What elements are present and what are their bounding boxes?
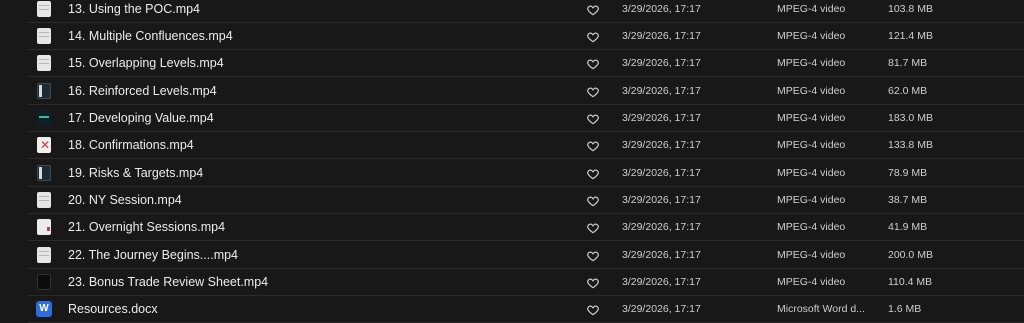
file-kind: MPEG-4 video (777, 194, 846, 206)
file-modified: 3/29/2026, 17:17 (622, 276, 701, 288)
video-thumbnail-icon (37, 219, 51, 235)
file-kind: MPEG-4 video (777, 112, 846, 124)
heart-icon[interactable] (586, 276, 600, 290)
file-row[interactable]: ✕ 18. Confirmations.mp4 3/29/2026, 17:17… (0, 132, 1024, 159)
video-thumbnail-icon (37, 28, 51, 44)
file-size: 38.7 MB (888, 194, 928, 206)
file-name: 13. Using the POC.mp4 (68, 2, 201, 16)
heart-icon[interactable] (586, 139, 600, 153)
file-size: 78.9 MB (888, 167, 928, 179)
file-row[interactable]: 22. The Journey Begins....mp4 3/29/2026,… (0, 242, 1024, 269)
file-size: 121.4 MB (888, 30, 933, 42)
file-name: 15. Overlapping Levels.mp4 (68, 56, 224, 70)
file-modified: 3/29/2026, 17:17 (622, 85, 701, 97)
file-size: 1.6 MB (888, 303, 922, 315)
file-row[interactable]: 17. Developing Value.mp4 3/29/2026, 17:1… (0, 105, 1024, 132)
video-thumbnail-icon: ✕ (37, 137, 51, 153)
file-size: 200.0 MB (888, 249, 933, 261)
file-name: Resources.docx (68, 302, 158, 316)
file-row[interactable]: 19. Risks & Targets.mp4 3/29/2026, 17:17… (0, 160, 1024, 187)
file-name: 20. NY Session.mp4 (68, 193, 182, 207)
file-row[interactable]: 14. Multiple Confluences.mp4 3/29/2026, … (0, 23, 1024, 50)
file-size: 62.0 MB (888, 85, 928, 97)
file-row[interactable]: 23. Bonus Trade Review Sheet.mp4 3/29/20… (0, 269, 1024, 296)
heart-icon[interactable] (586, 57, 600, 71)
file-kind: MPEG-4 video (777, 249, 846, 261)
file-name: 19. Risks & Targets.mp4 (68, 166, 204, 180)
file-kind: MPEG-4 video (777, 85, 846, 97)
file-kind: MPEG-4 video (777, 3, 846, 15)
heart-icon[interactable] (586, 194, 600, 208)
video-thumbnail-icon (37, 55, 51, 71)
word-document-icon: W (36, 301, 52, 317)
video-thumbnail-icon (37, 110, 51, 126)
file-kind: MPEG-4 video (777, 139, 846, 151)
video-thumbnail-icon (37, 1, 51, 17)
file-name: 14. Multiple Confluences.mp4 (68, 29, 233, 43)
file-name: 22. The Journey Begins....mp4 (68, 248, 239, 262)
file-row[interactable]: 21. Overnight Sessions.mp4 3/29/2026, 17… (0, 214, 1024, 241)
file-size: 103.8 MB (888, 3, 933, 15)
video-thumbnail-icon (37, 83, 51, 99)
file-row[interactable]: 20. NY Session.mp4 3/29/2026, 17:17 MPEG… (0, 187, 1024, 214)
file-size: 183.0 MB (888, 112, 933, 124)
file-name: 16. Reinforced Levels.mp4 (68, 84, 217, 98)
file-modified: 3/29/2026, 17:17 (622, 221, 701, 233)
file-modified: 3/29/2026, 17:17 (622, 112, 701, 124)
video-thumbnail-icon (37, 247, 51, 263)
file-modified: 3/29/2026, 17:17 (622, 57, 701, 69)
file-size: 41.9 MB (888, 221, 928, 233)
file-row[interactable]: 13. Using the POC.mp4 3/29/2026, 17:17 M… (0, 0, 1024, 23)
file-row[interactable]: 15. Overlapping Levels.mp4 3/29/2026, 17… (0, 50, 1024, 77)
file-name: 17. Developing Value.mp4 (68, 111, 214, 125)
file-row[interactable]: 16. Reinforced Levels.mp4 3/29/2026, 17:… (0, 78, 1024, 105)
heart-icon[interactable] (586, 85, 600, 99)
heart-icon[interactable] (586, 3, 600, 17)
file-name: 21. Overnight Sessions.mp4 (68, 220, 226, 234)
file-modified: 3/29/2026, 17:17 (622, 167, 701, 179)
heart-icon[interactable] (586, 303, 600, 317)
video-thumbnail-icon (37, 274, 51, 290)
file-modified: 3/29/2026, 17:17 (622, 139, 701, 151)
file-modified: 3/29/2026, 17:17 (622, 303, 701, 315)
file-size: 81.7 MB (888, 57, 928, 69)
heart-icon[interactable] (586, 30, 600, 44)
heart-icon[interactable] (586, 249, 600, 263)
heart-icon[interactable] (586, 221, 600, 235)
file-kind: Microsoft Word d... (777, 303, 865, 315)
file-kind: MPEG-4 video (777, 276, 846, 288)
heart-icon[interactable] (586, 112, 600, 126)
file-name: 18. Confirmations.mp4 (68, 138, 194, 152)
file-row[interactable]: W Resources.docx 3/29/2026, 17:17 Micros… (0, 296, 1024, 323)
file-size: 110.4 MB (888, 276, 933, 288)
file-size: 133.8 MB (888, 139, 933, 151)
file-list: 13. Using the POC.mp4 3/29/2026, 17:17 M… (0, 0, 1024, 323)
video-thumbnail-icon (37, 165, 51, 181)
file-kind: MPEG-4 video (777, 57, 846, 69)
heart-icon[interactable] (586, 167, 600, 181)
video-thumbnail-icon (37, 192, 51, 208)
file-kind: MPEG-4 video (777, 30, 846, 42)
file-modified: 3/29/2026, 17:17 (622, 194, 701, 206)
file-kind: MPEG-4 video (777, 167, 846, 179)
file-kind: MPEG-4 video (777, 221, 846, 233)
file-modified: 3/29/2026, 17:17 (622, 3, 701, 15)
file-name: 23. Bonus Trade Review Sheet.mp4 (68, 275, 269, 289)
file-modified: 3/29/2026, 17:17 (622, 249, 701, 261)
file-modified: 3/29/2026, 17:17 (622, 30, 701, 42)
